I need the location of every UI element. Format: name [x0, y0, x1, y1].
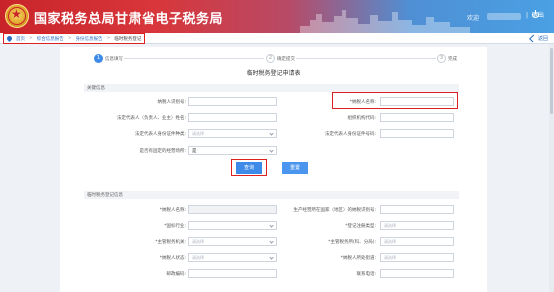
- section-header-registration: 临时税务登记信息: [84, 191, 459, 199]
- location-pin-icon: [5, 34, 14, 43]
- legal-id-type-select[interactable]: 请选择: [188, 129, 277, 138]
- org-code-label: 组织机构代码:: [347, 116, 376, 121]
- tax-office-district-select[interactable]: 请选择: [380, 237, 454, 246]
- registration-type-select[interactable]: 请选择: [380, 221, 454, 230]
- legal-id-number-label: 法定代表人身份证件号码:: [324, 132, 376, 137]
- fixed-place-label: 是否有固定的经营场所:: [139, 149, 186, 154]
- reset-button[interactable]: 重置: [282, 162, 308, 174]
- taxpayer-id-label: 纳税人识别号:: [157, 100, 186, 105]
- step-1-label: 信息填写: [105, 57, 123, 62]
- section-title: 临时税务登记信息: [87, 193, 123, 198]
- section-header-key-info: 关键信息: [84, 84, 459, 92]
- logout-label: 退出: [532, 12, 545, 19]
- reg-taxpayer-name-input[interactable]: [188, 205, 277, 214]
- breadcrumb-bar: 首页 > 综合信息报告 > 身份信息报告 > 临时税务登记 返回: [0, 33, 554, 44]
- select-placeholder: 请选择: [384, 239, 396, 244]
- page-scrollbar[interactable]: [549, 44, 554, 292]
- main-panel: 1 信息填写 2 确定提交 3 完成 临时税务登记申请表 关键信息 纳税人识别号…: [60, 47, 487, 292]
- select-placeholder: 请选择: [384, 255, 396, 260]
- breadcrumb-home[interactable]: 首页: [16, 36, 25, 42]
- site-title: 国家税务总局甘肃省电子税务局: [34, 12, 224, 27]
- back-button[interactable]: 返回: [529, 34, 548, 43]
- breadcrumb-identity-report[interactable]: 身份信息报告: [76, 36, 103, 42]
- logout-button[interactable]: 退出: [532, 10, 544, 19]
- select-placeholder: 请选择: [192, 131, 204, 136]
- legal-rep-name-label: 法定代表人（负责人、业主）姓名:: [116, 116, 186, 121]
- select-placeholder: 请选择: [384, 223, 396, 228]
- select-placeholder: 请选择: [192, 255, 204, 260]
- chevron-down-icon: [269, 131, 274, 136]
- country-region-input[interactable]: [380, 205, 454, 214]
- select-value: 是: [192, 149, 197, 154]
- registration-type-label: *登记注册类型:: [345, 224, 376, 229]
- back-arrow-icon: [529, 34, 537, 43]
- breadcrumb-current: 临时税务登记: [114, 36, 142, 42]
- step-connector: [296, 58, 436, 59]
- site-header: ★ 国家税务总局甘肃省电子税务局 欢迎 | 退出: [0, 0, 554, 33]
- breadcrumb-separator: >: [106, 36, 111, 41]
- org-code-input[interactable]: [380, 113, 454, 122]
- tax-emblem-logo: ★: [5, 4, 29, 28]
- welcome-text: 欢迎: [467, 15, 480, 22]
- scrollbar-thumb[interactable]: [550, 48, 553, 114]
- header-separator: |: [526, 12, 529, 19]
- progress-steps: 1 信息填写 2 确定提交 3 完成: [94, 53, 457, 65]
- tax-authority-select[interactable]: 请选择: [188, 237, 277, 246]
- chevron-down-icon: [269, 148, 274, 153]
- chevron-down-icon: [269, 223, 274, 228]
- business-scope-input[interactable]: [188, 269, 277, 278]
- industry-select[interactable]: [188, 221, 277, 230]
- highlight-taxpayer-name: [332, 92, 458, 109]
- step-2-indicator: 2: [266, 54, 275, 63]
- business-scope-label: 邮政编码:: [166, 272, 186, 277]
- select-placeholder: 请选择: [192, 239, 204, 244]
- contact-phone-label: 联系电话:: [356, 272, 376, 277]
- form-title: 临时税务登记申请表: [246, 70, 301, 77]
- legal-rep-name-input[interactable]: [188, 113, 277, 122]
- section-title: 关键信息: [87, 86, 105, 91]
- chevron-down-icon: [269, 239, 274, 244]
- breadcrumb-comprehensive-report[interactable]: 综合信息报告: [37, 36, 64, 42]
- user-name-masked: [487, 13, 521, 20]
- breadcrumb-separator: >: [67, 36, 72, 41]
- contact-phone-input[interactable]: [380, 269, 454, 278]
- back-label: 返回: [537, 36, 548, 42]
- reg-taxpayer-name-label: *纳税人名称:: [159, 208, 186, 213]
- taxpayer-id-input[interactable]: [188, 97, 277, 106]
- country-region-label: 生产经营所在国家（地区）的纳税识别号:: [293, 208, 376, 213]
- legal-id-number-input[interactable]: [380, 129, 454, 138]
- legal-id-type-label: 法定代表人身份证件种类:: [134, 132, 186, 137]
- taxpayer-category-select[interactable]: 请选择: [380, 253, 454, 262]
- chevron-down-icon: [269, 255, 274, 260]
- step-1-indicator: 1: [94, 54, 103, 63]
- tax-authority-label: *主管税务机关:: [155, 240, 186, 245]
- industry-label: *国标行业:: [164, 224, 186, 229]
- taxpayer-status-label: *纳税人状态:: [159, 256, 186, 261]
- breadcrumb-separator: >: [29, 36, 33, 41]
- city-skyline-decoration: [300, 10, 470, 33]
- breadcrumb: 首页 > 综合信息报告 > 身份信息报告 > 临时税务登记: [3, 33, 146, 44]
- taxpayer-category-label: *纳税人所处街道:: [340, 256, 376, 261]
- step-2-label: 确定提交: [277, 57, 295, 62]
- highlight-query-button: [231, 159, 267, 176]
- step-3-indicator: 3: [437, 54, 446, 63]
- step-3-label: 完成: [448, 57, 457, 62]
- taxpayer-status-select[interactable]: 请选择: [188, 253, 277, 262]
- fixed-place-select[interactable]: 是: [188, 146, 277, 155]
- step-connector: [124, 58, 264, 59]
- tax-office-district-label: *主管税务所(科、分局):: [328, 240, 376, 245]
